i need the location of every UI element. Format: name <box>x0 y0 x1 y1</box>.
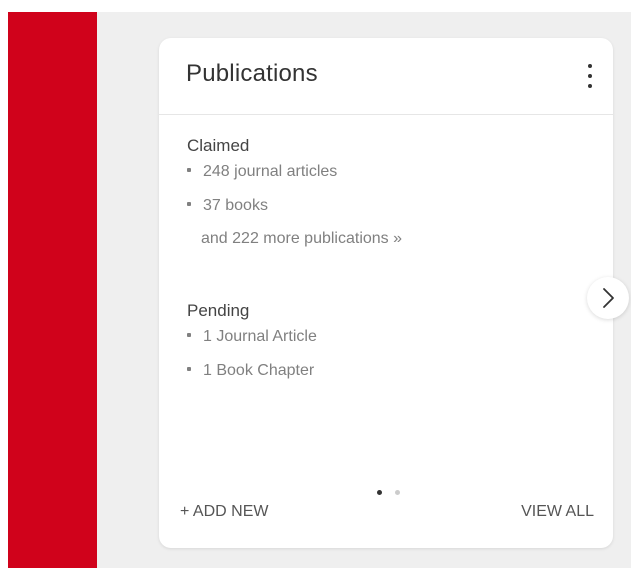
publications-card: Publications Claimed 248 journal article… <box>159 38 613 548</box>
list-item-label: 1 Journal Article <box>203 328 317 345</box>
more-vertical-icon <box>588 64 592 68</box>
bullet-icon <box>187 167 191 172</box>
brand-sidebar-bar <box>8 12 97 568</box>
bullet-icon <box>187 332 191 337</box>
pending-section: Pending 1 Journal Article 1 Book Chapter <box>187 301 317 395</box>
next-card-button[interactable] <box>587 277 629 319</box>
pending-heading: Pending <box>187 301 250 320</box>
card-header: Publications <box>159 38 613 115</box>
pending-item-book-chapter[interactable]: 1 Book Chapter <box>187 361 317 395</box>
view-all-button[interactable]: VIEW ALL <box>521 503 594 521</box>
pending-item-journal-article[interactable]: 1 Journal Article <box>187 327 317 361</box>
pagination-dot[interactable] <box>395 490 400 495</box>
bullet-icon <box>187 201 191 206</box>
more-publications-link[interactable]: and 222 more publications » <box>187 230 402 248</box>
claimed-section: Claimed 248 journal articles 37 books an… <box>187 136 402 248</box>
list-item-label: 37 books <box>203 197 268 214</box>
card-title: Publications <box>186 60 318 87</box>
claimed-item-journal-articles[interactable]: 248 journal articles <box>187 162 402 196</box>
more-options-button[interactable] <box>579 58 601 94</box>
claimed-heading: Claimed <box>187 136 250 155</box>
list-item-label: 1 Book Chapter <box>203 362 315 379</box>
claimed-item-books[interactable]: 37 books <box>187 196 402 230</box>
add-new-button[interactable]: + ADD NEW <box>180 503 268 521</box>
chevron-right-icon <box>603 288 614 308</box>
bullet-icon <box>187 366 191 371</box>
pagination-dot[interactable] <box>377 490 382 495</box>
list-item-label: 248 journal articles <box>203 163 338 180</box>
